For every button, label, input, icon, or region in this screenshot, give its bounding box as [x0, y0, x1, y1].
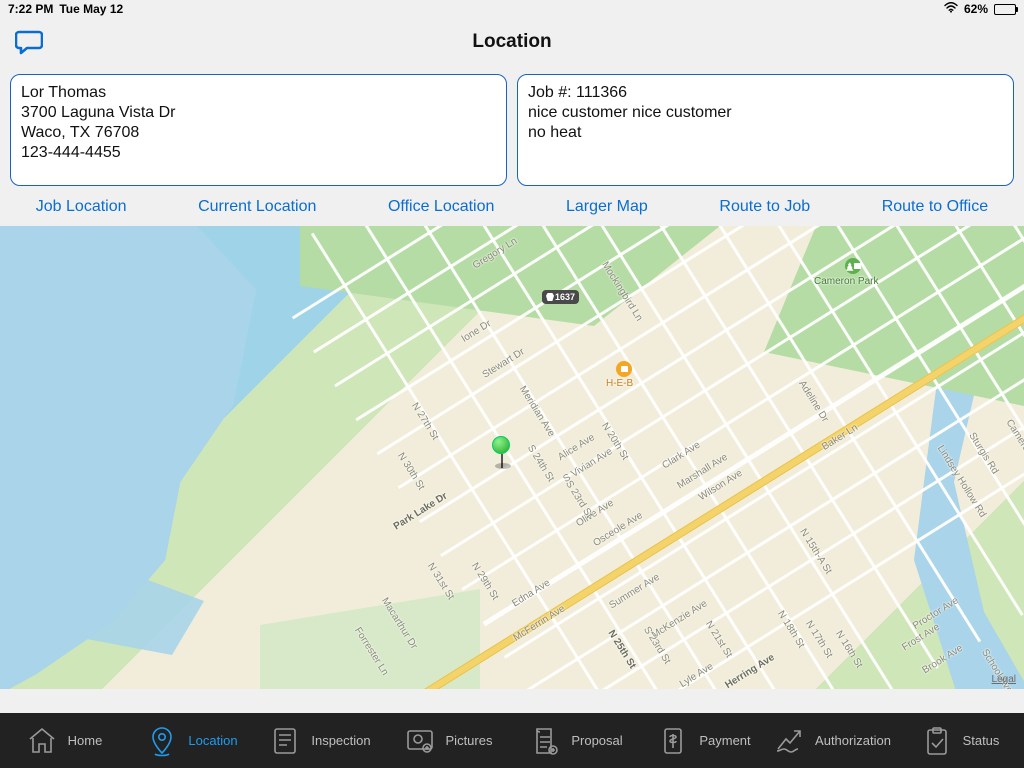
- tab-pictures[interactable]: Pictures: [384, 713, 512, 768]
- map-view[interactable]: 1637 H-E-B Cameron Park Park Lake Dr Gre…: [0, 226, 1024, 689]
- pictures-icon: [404, 725, 436, 757]
- nav-header: Location: [0, 18, 1024, 66]
- tab-status[interactable]: Status: [896, 713, 1024, 768]
- page-title: Location: [472, 31, 551, 53]
- tab-proposal[interactable]: Proposal: [512, 713, 640, 768]
- job-location-link[interactable]: Job Location: [36, 198, 127, 216]
- office-location-link[interactable]: Office Location: [388, 198, 494, 216]
- battery-icon: [994, 4, 1016, 15]
- tab-label: Home: [68, 733, 103, 748]
- customer-card[interactable]: Lor Thomas 3700 Laguna Vista Dr Waco, TX…: [10, 74, 507, 186]
- job-card[interactable]: Job #: 111366 nice customer nice custome…: [517, 74, 1014, 186]
- street-label: N 21st St: [703, 619, 734, 660]
- poi-heb-label: H-E-B: [606, 378, 633, 389]
- poi-park-icon[interactable]: [845, 258, 861, 274]
- inspection-icon: [269, 725, 301, 757]
- home-icon: [26, 725, 58, 757]
- tab-label: Proposal: [571, 733, 622, 748]
- proposal-icon: [529, 725, 561, 757]
- street-label: N 17th St: [803, 619, 834, 660]
- battery-percent: 62%: [964, 2, 988, 16]
- tab-label: Location: [188, 733, 237, 748]
- tab-authorization[interactable]: Authorization: [768, 713, 896, 768]
- highway-shield: 1637: [542, 290, 579, 304]
- status-bar: 7:22 PM Tue May 12 62%: [0, 0, 1024, 18]
- customer-name: Lor Thomas: [21, 83, 496, 103]
- location-pin-icon: [146, 725, 178, 757]
- tab-location[interactable]: Location: [128, 713, 256, 768]
- status-date: Tue May 12: [59, 2, 123, 16]
- status-time: 7:22 PM: [8, 2, 53, 16]
- info-cards-row: Lor Thomas 3700 Laguna Vista Dr Waco, TX…: [0, 66, 1024, 192]
- wifi-icon: [944, 2, 958, 16]
- map-legal-link[interactable]: Legal: [992, 674, 1016, 685]
- poi-park-label: Cameron Park: [814, 276, 878, 287]
- route-to-job-link[interactable]: Route to Job: [719, 198, 810, 216]
- job-note-1: nice customer nice customer: [528, 103, 1003, 123]
- tab-label: Pictures: [446, 733, 493, 748]
- customer-street: 3700 Laguna Vista Dr: [21, 103, 496, 123]
- larger-map-link[interactable]: Larger Map: [566, 198, 648, 216]
- status-icon: [921, 725, 953, 757]
- job-note-2: no heat: [528, 123, 1003, 143]
- chat-button[interactable]: [14, 28, 44, 56]
- bottom-tab-bar: Home Location Inspection Pictures Propos…: [0, 713, 1024, 768]
- tab-inspection[interactable]: Inspection: [256, 713, 384, 768]
- tab-payment[interactable]: Payment: [640, 713, 768, 768]
- authorization-icon: [773, 725, 805, 757]
- street-label: N 18th St: [775, 609, 806, 650]
- route-to-office-link[interactable]: Route to Office: [882, 198, 988, 216]
- tab-label: Authorization: [815, 733, 891, 748]
- tab-label: Inspection: [311, 733, 370, 748]
- customer-phone: 123-444-4455: [21, 143, 496, 163]
- customer-city-state-zip: Waco, TX 76708: [21, 123, 496, 143]
- payment-icon: [657, 725, 689, 757]
- street-label: Sturgis Rd: [966, 431, 1000, 476]
- job-number: Job #: 111366: [528, 83, 1003, 103]
- current-location-link[interactable]: Current Location: [198, 198, 316, 216]
- poi-heb-icon[interactable]: [616, 361, 632, 377]
- map-pin[interactable]: [492, 436, 512, 466]
- map-actions-row: Job Location Current Location Office Loc…: [0, 192, 1024, 226]
- tab-label: Status: [963, 733, 1000, 748]
- tab-home[interactable]: Home: [0, 713, 128, 768]
- tab-label: Payment: [699, 733, 750, 748]
